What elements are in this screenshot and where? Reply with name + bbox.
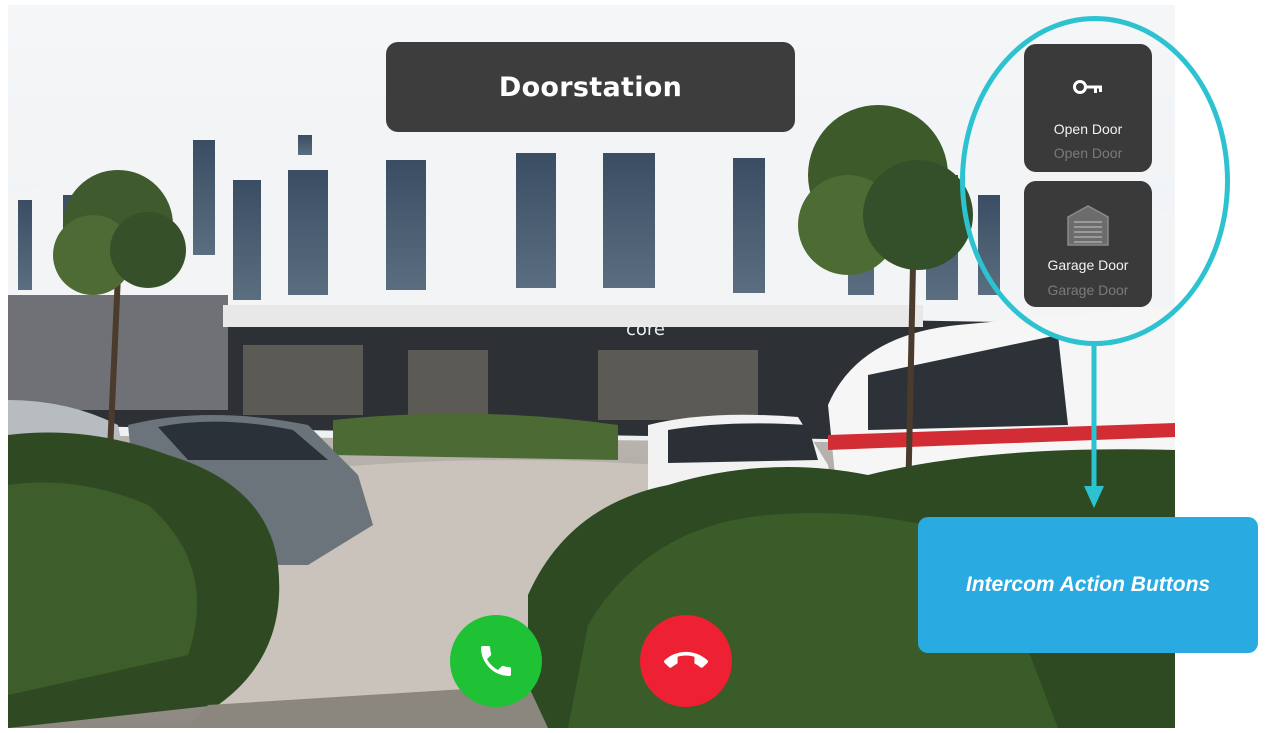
open-door-button[interactable]: Open Door Open Door	[1024, 44, 1152, 172]
storefront-sign: core	[626, 319, 665, 340]
accept-call-button[interactable]	[450, 615, 542, 707]
garage-door-button[interactable]: Garage Door Garage Door	[1024, 181, 1152, 307]
key-icon	[1024, 80, 1152, 94]
decline-call-button[interactable]	[640, 615, 732, 707]
garage-door-label: Garage Door	[1047, 257, 1129, 273]
open-door-label: Open Door	[1053, 121, 1123, 137]
annotation-callout: Intercom Action Buttons	[918, 517, 1258, 653]
garage-door-icon	[1024, 203, 1152, 247]
open-door-sublabel: Open Door	[1053, 145, 1123, 161]
phone-hangup-icon	[664, 651, 708, 668]
page-title: Doorstation	[386, 42, 795, 132]
phone-icon	[481, 646, 511, 676]
garage-door-sublabel: Garage Door	[1047, 282, 1129, 298]
